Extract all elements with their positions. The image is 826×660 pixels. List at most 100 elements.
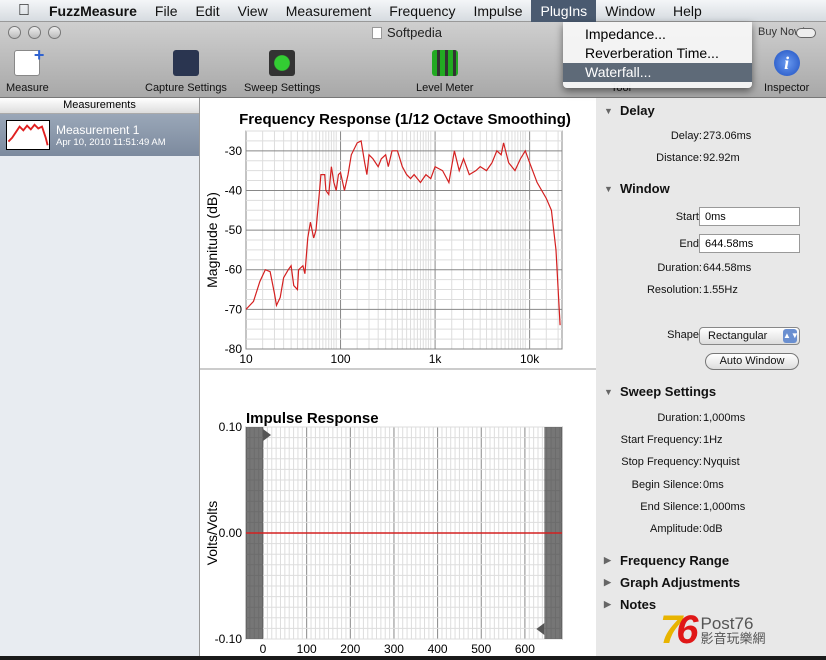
menu-view[interactable]: View [229, 0, 277, 22]
window-title: Softpedia [372, 25, 442, 40]
field-value: 273.06ms [703, 130, 752, 142]
section-title: Sweep Settings [620, 384, 717, 399]
measurement-name: Measurement 1 [56, 122, 140, 137]
close-button[interactable] [8, 26, 21, 39]
menu-measurement[interactable]: Measurement [277, 0, 381, 22]
sweep-settings-icon [269, 50, 296, 76]
menu-file[interactable]: File [146, 0, 187, 22]
field-label: Duration: [657, 262, 702, 274]
section-delay[interactable]: ▼ Delay [604, 103, 655, 118]
y-axis-label: Magnitude (dB) [204, 192, 220, 288]
field-label: Shape: [667, 329, 702, 341]
measure-button[interactable]: + Measure [6, 45, 49, 94]
section-title: Delay [620, 103, 655, 118]
measurement-date: Apr 10, 2010 11:51:49 AM [56, 136, 166, 148]
menu-window[interactable]: Window [596, 0, 664, 22]
x-tick-label: 0 [260, 642, 267, 656]
disclosure-closed-icon: ▶ [604, 577, 611, 587]
chart-title: Impulse Response [246, 410, 379, 427]
y-tick-label: 0.10 [219, 420, 243, 434]
y-axis-label: Volts/Volts [204, 501, 220, 566]
field-label: Stop Frequency: [621, 456, 702, 469]
level-meter-button[interactable]: Level Meter [416, 50, 473, 94]
section-graph-adjustments[interactable]: ▶ Graph Adjustments [604, 575, 740, 590]
section-title: Notes [620, 597, 657, 612]
x-tick-label: 200 [340, 642, 360, 656]
auto-window-button[interactable]: Auto Window [705, 353, 799, 370]
field-label: Amplitude: [650, 523, 702, 535]
section-sweep-settings[interactable]: ▼ Sweep Settings [604, 384, 716, 399]
field-value: Nyquist [703, 456, 740, 469]
menu-item-impedance[interactable]: Impedance... [563, 25, 752, 44]
menu-app[interactable]: FuzzMeasure [40, 0, 146, 22]
field-value: 644.58ms [703, 262, 752, 274]
window-end-input[interactable] [699, 234, 800, 253]
menu-help[interactable]: Help [664, 0, 711, 22]
section-window[interactable]: ▼ Window [604, 181, 670, 196]
field-label: Resolution: [646, 284, 702, 296]
menu-item-waterfall[interactable]: Waterfall... [563, 63, 752, 82]
impulse-response-chart[interactable]: 0 100 200 300 400 500 600 0.10 0.00 -0.10 Impulse … [200, 370, 596, 656]
field-label: Delay: [670, 130, 702, 142]
list-item[interactable]: Measurement 1 Apr 10, 2010 11:51:49 AM [0, 114, 199, 156]
measurement-thumbnail [6, 120, 50, 150]
minimize-button[interactable] [28, 26, 41, 39]
field-label: Distance: [656, 152, 702, 164]
field-value: 92.92m [703, 152, 740, 164]
x-axis-label: Time (ms) [373, 655, 435, 656]
zoom-button[interactable] [48, 26, 61, 39]
inspector-label: Inspector [764, 82, 810, 94]
menu-edit[interactable]: Edit [186, 0, 228, 22]
info-icon: i [773, 50, 800, 76]
sweep-row: Duration: 1,000ms [596, 412, 826, 428]
sweep-settings-button[interactable]: Sweep Settings [244, 50, 320, 94]
x-tick-label: 400 [428, 642, 448, 656]
disclosure-closed-icon: ▶ [604, 599, 611, 609]
inspector-button[interactable]: i Inspector [764, 50, 809, 94]
menu-frequency[interactable]: Frequency [380, 0, 464, 22]
chart-title: Frequency Response (1/12 Octave Smoothin… [239, 111, 571, 128]
x-tick-label: 10k [520, 352, 540, 366]
toolbar-toggle-button[interactable] [796, 28, 816, 38]
apple-icon[interactable]:  [0, 2, 40, 20]
x-tick-label: 100 [297, 642, 317, 656]
y-tick-label: -50 [225, 223, 243, 237]
sweep-row: Start Frequency: 1Hz [596, 434, 826, 450]
field-value: 1.55Hz [703, 284, 738, 296]
sweep-row: Stop Frequency: Nyquist [596, 456, 826, 472]
frequency-response-chart[interactable]: 10 100 1k 10k-30-40-50-60-70-80Frequency Re… [200, 98, 596, 382]
menu-plugins[interactable]: PlugIns [531, 0, 597, 22]
menu-bar:  FuzzMeasure File Edit View Measurement… [0, 0, 826, 22]
y-tick-label: -0.10 [215, 632, 243, 646]
delay-row: Delay: 273.06ms [596, 130, 826, 146]
window-start-input[interactable] [699, 207, 800, 226]
y-tick-label: -60 [225, 263, 243, 277]
level-meter-icon [431, 50, 458, 76]
section-title: Window [620, 181, 670, 196]
shape-select[interactable]: Rectangular ▲▼ [699, 327, 800, 345]
section-title: Frequency Range [620, 553, 730, 568]
capture-label: Capture Settings [145, 82, 227, 94]
x-tick-label: 100 [331, 352, 351, 366]
sidebar-header: Measurements [0, 98, 199, 114]
menu-item-reverberation-time[interactable]: Reverberation Time... [563, 44, 752, 63]
shape-value: Rectangular [708, 330, 768, 342]
capture-settings-button[interactable]: Capture Settings [145, 50, 227, 94]
section-frequency-range[interactable]: ▶ Frequency Range [604, 553, 729, 568]
level-label: Level Meter [416, 82, 474, 94]
field-value: 1,000ms [703, 412, 746, 424]
document-icon [372, 26, 382, 39]
sweep-row: Begin Silence: 0ms [596, 479, 826, 495]
x-tick-label: 500 [471, 642, 491, 656]
sweep-row: Amplitude: 0dB [596, 523, 826, 539]
disclosure-open-icon: ▼ [604, 183, 613, 194]
menu-impulse[interactable]: Impulse [464, 0, 531, 22]
capture-settings-icon [172, 50, 199, 76]
field-value: 1,000ms [703, 500, 746, 513]
disclosure-open-icon: ▼ [604, 386, 613, 397]
y-tick-label: -40 [225, 183, 243, 197]
section-notes[interactable]: ▶ Notes [604, 597, 656, 612]
y-tick-label: -30 [225, 144, 243, 158]
plugins-menu: Impedance... Reverberation Time... Water… [563, 22, 752, 88]
duration-row: Duration: 644.58ms [596, 262, 826, 278]
